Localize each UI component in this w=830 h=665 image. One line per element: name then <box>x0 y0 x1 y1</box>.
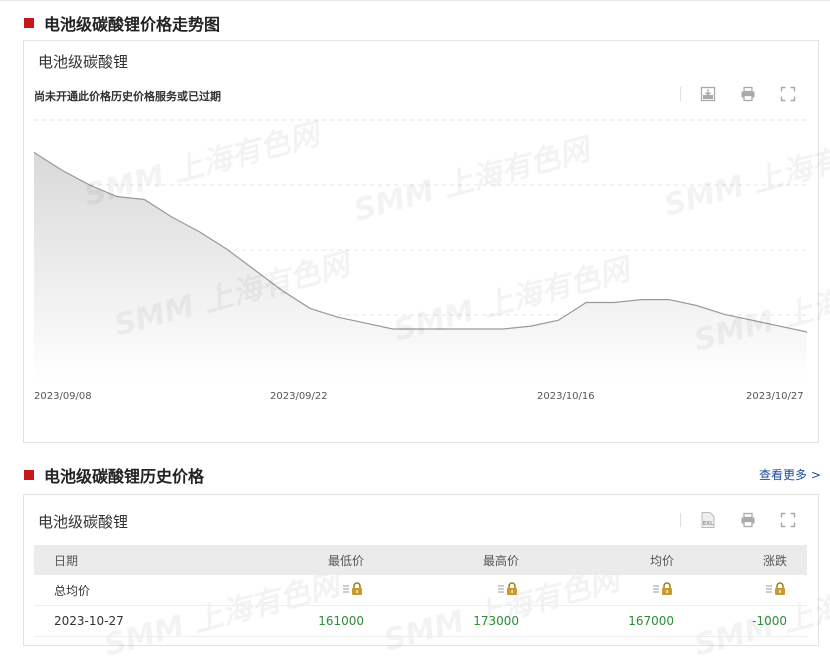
data-point[interactable]: 2023/10/16: 157500 <box>553 314 565 326</box>
table-panel-title: 电池级碳酸锂 <box>38 513 129 531</box>
data-point[interactable]: 2023/10/25: 157500 <box>746 314 758 326</box>
data-point[interactable]: 2023/09/18: 172500 <box>194 226 206 238</box>
row-date: 总均价 <box>34 575 239 606</box>
data-point[interactable]: 2023/10/20: 161000 <box>663 294 675 306</box>
data-point[interactable]: 2023/09/14: 178000 <box>138 193 150 205</box>
lock-icon <box>653 581 672 595</box>
x-tick-label: 2023/09/22 <box>270 391 328 402</box>
section-marker <box>24 470 34 480</box>
data-point[interactable]: 2023/09/20: 166000 <box>249 264 261 276</box>
series-area <box>34 152 807 382</box>
data-point[interactable]: 2023/09/08: 186000 <box>28 146 40 158</box>
view-more-link[interactable]: 查看更多 > <box>759 466 821 483</box>
table-header-row: 日期 最低价 最高价 均价 涨跌 <box>34 545 807 575</box>
x-tick-label: 2023/10/27 <box>746 391 804 402</box>
section-title-history: 电池级碳酸锂历史价格 <box>24 463 204 487</box>
print-icon[interactable] <box>739 511 757 529</box>
data-point[interactable]: 2023/10/13: 156500 <box>525 320 537 332</box>
data-point[interactable]: 2023/09/19: 169500 <box>221 244 233 256</box>
row-date: 2023-10-27 <box>34 605 239 637</box>
locked-cell[interactable] <box>239 575 384 606</box>
column-header-low: 最低价 <box>239 545 384 575</box>
toolbar-separator <box>680 513 681 527</box>
data-point[interactable]: 2023/09/25: 158000 <box>332 311 344 323</box>
data-point[interactable]: 2023/10/19: 161000 <box>635 294 647 306</box>
row-low-price: 161000 <box>239 605 384 637</box>
data-point[interactable]: 2023/10/26: 156500 <box>773 320 785 332</box>
data-point[interactable]: 2023/10/18: 160500 <box>608 297 620 309</box>
table-row: 总均价 <box>34 575 807 606</box>
data-point[interactable]: 2023/09/11: 183000 <box>56 164 68 176</box>
row-change: -1000 <box>694 605 807 637</box>
data-point[interactable]: 2023/10/17: 160500 <box>580 297 592 309</box>
column-header-high: 最高价 <box>384 545 539 575</box>
data-point[interactable]: 2023/09/12: 180500 <box>83 179 95 191</box>
row-high-price: 173000 <box>384 605 539 637</box>
lock-icon <box>498 581 517 595</box>
locked-cell[interactable] <box>384 575 539 606</box>
data-point[interactable]: 2023/10/24: 158500 <box>718 308 730 320</box>
table-toolbar: EXL <box>680 511 797 529</box>
column-header-change: 涨跌 <box>694 545 807 575</box>
data-point[interactable]: 2023/09/26: 157000 <box>359 317 371 329</box>
column-header-avg: 均价 <box>539 545 694 575</box>
section-title-text: 电池级碳酸锂历史价格 <box>44 467 205 486</box>
data-point[interactable]: 2023/10/10: 156000 <box>442 323 454 335</box>
data-point[interactable]: 2023/09/21: 162500 <box>276 285 288 297</box>
fullscreen-icon[interactable] <box>779 511 797 529</box>
data-point[interactable]: 2023/09/27: 156000 <box>387 323 399 335</box>
data-point[interactable]: 2023/10/11: 156000 <box>470 323 482 335</box>
data-point[interactable]: 2023/09/22: 159500 <box>304 302 316 314</box>
data-point[interactable]: 2023/09/13: 178500 <box>111 191 123 203</box>
x-tick-label: 2023/09/08 <box>34 391 92 402</box>
x-tick-label: 2023/10/16 <box>537 391 595 402</box>
locked-cell[interactable] <box>539 575 694 606</box>
lock-icon <box>343 581 362 595</box>
excel-icon-label: EXL <box>703 521 714 527</box>
data-point[interactable]: 2023/09/15: 175000 <box>166 211 178 223</box>
data-point[interactable]: 2023/10/23: 160000 <box>691 299 703 311</box>
data-point[interactable]: 2023/10/09: 156000 <box>415 323 427 335</box>
history-price-table: 日期 最低价 最高价 均价 涨跌 总均价 2023-10-27 161000 1… <box>34 545 807 637</box>
locked-cell[interactable] <box>694 575 807 606</box>
lock-icon <box>766 581 785 595</box>
column-header-date: 日期 <box>34 545 239 575</box>
excel-icon[interactable]: EXL <box>699 511 717 529</box>
data-point[interactable]: 2023/10/12: 156000 <box>497 323 509 335</box>
row-avg-price: 167000 <box>539 605 694 637</box>
data-point[interactable]: 2023/10/27: 155500 <box>801 326 813 338</box>
table-row: 2023-10-27 161000 173000 167000 -1000 <box>34 605 807 637</box>
